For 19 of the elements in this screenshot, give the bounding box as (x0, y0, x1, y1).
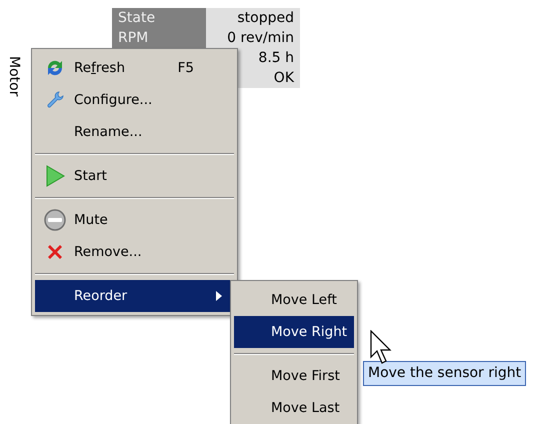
menu-item[interactable]: Move Left (234, 284, 354, 316)
play-icon (44, 165, 64, 187)
property-value: stopped (206, 8, 300, 28)
property-label: RPM (112, 28, 206, 48)
wrench-icon (44, 90, 64, 110)
menu-item[interactable]: Move Last (234, 392, 354, 424)
tooltip: Move the sensor right (363, 361, 526, 386)
menu-item[interactable]: Move Right (234, 316, 354, 348)
remove-icon (46, 243, 64, 261)
menu-item[interactable]: Start (35, 160, 234, 192)
submenu-arrow-icon (216, 291, 222, 301)
mute-icon (44, 209, 66, 231)
menu-item[interactable]: Rename... (35, 116, 234, 148)
panel-title: Motor (5, 56, 23, 96)
menu-item[interactable]: Mute (35, 204, 234, 236)
property-label: State (112, 8, 206, 28)
menu-item[interactable]: Move First (234, 360, 354, 392)
property-value: 0 rev/min (206, 28, 300, 48)
menu-item[interactable]: Remove... (35, 236, 234, 268)
